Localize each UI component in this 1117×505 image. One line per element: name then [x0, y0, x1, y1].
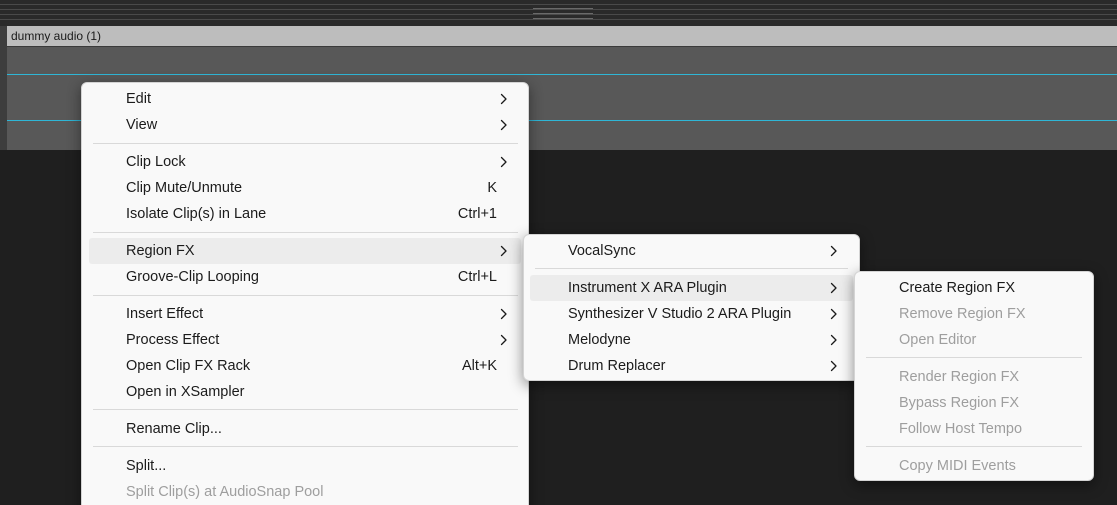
menu-item-edit[interactable]: Edit	[89, 86, 521, 112]
chevron-right-icon	[498, 238, 510, 264]
divider-line	[0, 19, 1117, 20]
menu-item-label: Isolate Clip(s) in Lane	[126, 206, 267, 222]
menu-item-label: Bypass Region FX	[899, 395, 1020, 411]
menu-item-region-fx[interactable]: Region FX	[89, 238, 521, 264]
menu-item-shortcut: Alt+K	[461, 358, 497, 374]
divider-line	[0, 14, 1117, 15]
menu-item-drum-replacer[interactable]: Drum Replacer	[530, 353, 853, 379]
menu-separator	[93, 232, 518, 233]
menu-item-label: Create Region FX	[899, 280, 1016, 296]
menu-item-label: Clip Lock	[126, 154, 186, 170]
menu-item-isolate-clip-s-in-lane[interactable]: Isolate Clip(s) in Lane Ctrl+1	[89, 201, 521, 227]
menu-item-instrument-x-ara-plugin[interactable]: Instrument X ARA Plugin	[530, 275, 853, 301]
menu-item-process-effect[interactable]: Process Effect	[89, 327, 521, 353]
menu-item-shortcut: K	[487, 180, 497, 196]
menu-item-clip-mute-unmute[interactable]: Clip Mute/Unmute K	[89, 175, 521, 201]
menu-item-label: Melodyne	[568, 332, 631, 348]
menu-separator	[93, 409, 518, 410]
menu-item-view[interactable]: View	[89, 112, 521, 138]
menu-item-shortcut: Ctrl+1	[457, 206, 497, 222]
menu-item-label: Open in XSampler	[126, 384, 245, 400]
resize-grip-icon[interactable]	[533, 13, 593, 14]
menu-item-split-clip-s-at-audiosnap-pool: Split Clip(s) at AudioSnap Pool	[89, 479, 521, 505]
menu-item-label: Copy MIDI Events	[899, 458, 1016, 474]
clip-title: dummy audio (1)	[11, 29, 102, 43]
menu-item-label: Split...	[126, 458, 167, 474]
resize-grip-icon[interactable]	[533, 18, 593, 19]
clip-header[interactable]: dummy audio (1)	[7, 26, 1117, 47]
menu-item-split[interactable]: Split...	[89, 453, 521, 479]
clip-left-edge[interactable]	[0, 26, 7, 150]
menu-separator	[93, 295, 518, 296]
menu-separator	[866, 446, 1082, 447]
menu-item-rename-clip[interactable]: Rename Clip...	[89, 416, 521, 442]
menu-item-follow-host-tempo: Follow Host Tempo	[861, 416, 1087, 442]
track-divider-strip[interactable]	[0, 0, 1117, 26]
menu-item-label: Open Clip FX Rack	[126, 358, 251, 374]
menu-item-label: Groove-Clip Looping	[126, 269, 259, 285]
chevron-right-icon	[498, 112, 510, 138]
menu-item-remove-region-fx: Remove Region FX	[861, 301, 1087, 327]
menu-item-label: Process Effect	[126, 332, 220, 348]
chevron-right-icon	[828, 301, 840, 327]
menu-item-insert-effect[interactable]: Insert Effect	[89, 301, 521, 327]
menu-item-label: Open Editor	[899, 332, 977, 348]
region-fx-submenu: VocalSync Instrument X ARA Plugin Synthesi…	[523, 234, 860, 381]
menu-separator	[93, 143, 518, 144]
menu-item-label: Follow Host Tempo	[899, 421, 1023, 437]
divider-line	[0, 4, 1117, 5]
divider-line	[0, 9, 1117, 10]
resize-grip-icon[interactable]	[533, 8, 593, 9]
menu-item-label: Split Clip(s) at AudioSnap Pool	[126, 484, 324, 500]
chevron-right-icon	[498, 86, 510, 112]
menu-item-copy-midi-events: Copy MIDI Events	[861, 453, 1087, 479]
chevron-right-icon	[498, 301, 510, 327]
menu-item-label: Synthesizer V Studio 2 ARA Plugin	[568, 306, 792, 322]
menu-item-groove-clip-looping[interactable]: Groove-Clip Looping Ctrl+L	[89, 264, 521, 290]
menu-item-label: Rename Clip...	[126, 421, 222, 437]
menu-separator	[866, 357, 1082, 358]
chevron-right-icon	[828, 238, 840, 264]
menu-item-synthesizer-v-studio-2-ara-plugin[interactable]: Synthesizer V Studio 2 ARA Plugin	[530, 301, 853, 327]
menu-item-label: Insert Effect	[126, 306, 204, 322]
menu-item-shortcut: Ctrl+L	[457, 269, 497, 285]
menu-item-clip-lock[interactable]: Clip Lock	[89, 149, 521, 175]
menu-item-open-editor: Open Editor	[861, 327, 1087, 353]
chevron-right-icon	[828, 327, 840, 353]
daw-window: dummy audio (1) Edit View Clip Lock Clip Mu…	[0, 0, 1117, 505]
menu-item-open-in-xsampler[interactable]: Open in XSampler	[89, 379, 521, 405]
clip-context-menu: Edit View Clip Lock Clip Mute/Unmute K Isolat…	[81, 82, 529, 505]
menu-separator	[535, 268, 848, 269]
menu-item-label: Instrument X ARA Plugin	[568, 280, 727, 296]
menu-separator	[93, 446, 518, 447]
menu-item-create-region-fx[interactable]: Create Region FX	[861, 275, 1087, 301]
chevron-right-icon	[828, 353, 840, 379]
menu-item-label: Render Region FX	[899, 369, 1020, 385]
chevron-right-icon	[828, 275, 840, 301]
menu-item-render-region-fx: Render Region FX	[861, 364, 1087, 390]
chevron-right-icon	[498, 327, 510, 353]
menu-item-label: Clip Mute/Unmute	[126, 180, 243, 196]
plugin-submenu: Create Region FX Remove Region FX Open Edi…	[854, 271, 1094, 481]
menu-item-vocalsync[interactable]: VocalSync	[530, 238, 853, 264]
menu-item-label: Region FX	[126, 243, 195, 259]
menu-item-label: Edit	[126, 91, 151, 107]
menu-item-label: VocalSync	[568, 243, 636, 259]
menu-item-melodyne[interactable]: Melodyne	[530, 327, 853, 353]
menu-item-open-clip-fx-rack[interactable]: Open Clip FX Rack Alt+K	[89, 353, 521, 379]
menu-item-label: Remove Region FX	[899, 306, 1026, 322]
menu-item-label: View	[126, 117, 158, 133]
menu-item-bypass-region-fx: Bypass Region FX	[861, 390, 1087, 416]
chevron-right-icon	[498, 149, 510, 175]
menu-item-label: Drum Replacer	[568, 358, 666, 374]
waveform-line	[7, 74, 1117, 75]
